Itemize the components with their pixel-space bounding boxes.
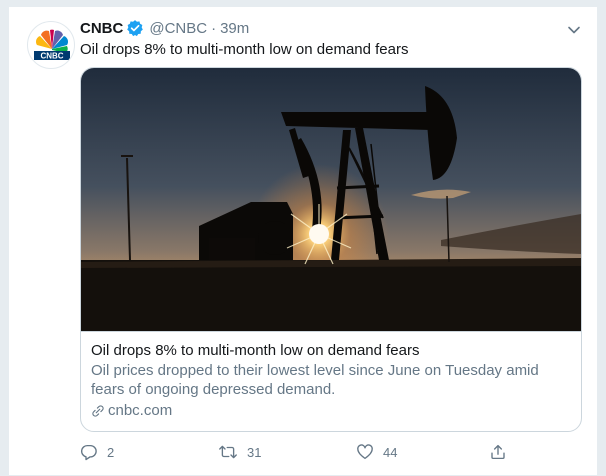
tweet[interactable]: CNBC CNBC @CNBC · 39m Oil drops 8% to mu… <box>8 6 598 476</box>
separator-dot: · <box>211 19 217 37</box>
card-domain-text: cnbc.com <box>108 402 173 419</box>
card-domain: cnbc.com <box>91 401 571 420</box>
cnbc-peacock-logo: CNBC <box>34 29 70 61</box>
reply-button[interactable]: 2 <box>80 440 114 464</box>
share-icon <box>491 444 505 460</box>
svg-text:CNBC: CNBC <box>40 52 63 61</box>
card-description: Oil prices dropped to their lowest level… <box>91 362 539 398</box>
verified-badge-icon <box>126 19 144 37</box>
card-image[interactable] <box>81 68 581 331</box>
reply-icon <box>80 444 97 461</box>
like-count: 44 <box>383 444 398 460</box>
link-icon <box>92 404 104 417</box>
like-icon <box>357 444 373 460</box>
tweet-text: Oil drops 8% to multi-month low on deman… <box>80 41 409 58</box>
avatar[interactable]: CNBC <box>27 21 75 69</box>
author-handle[interactable]: @CNBC <box>149 20 207 37</box>
retweet-count: 31 <box>247 444 262 460</box>
share-button[interactable] <box>489 440 516 464</box>
oil-pumpjack-image <box>81 68 581 331</box>
chevron-down-icon <box>568 26 580 34</box>
tweet-actions: 2 31 44 <box>80 440 520 464</box>
tweet-header: CNBC @CNBC · 39m <box>80 18 249 38</box>
retweet-button[interactable]: 31 <box>218 440 261 464</box>
card-body[interactable]: Oil drops 8% to multi-month low on deman… <box>81 331 581 431</box>
timestamp[interactable]: 39m <box>220 20 249 37</box>
link-card[interactable]: Oil drops 8% to multi-month low on deman… <box>80 67 582 432</box>
author-name[interactable]: CNBC <box>80 20 123 37</box>
more-options-button[interactable] <box>565 21 583 39</box>
reply-count: 2 <box>107 444 115 460</box>
retweet-icon <box>219 445 237 459</box>
like-button[interactable]: 44 <box>356 440 397 464</box>
card-title: Oil drops 8% to multi-month low on deman… <box>91 342 420 359</box>
